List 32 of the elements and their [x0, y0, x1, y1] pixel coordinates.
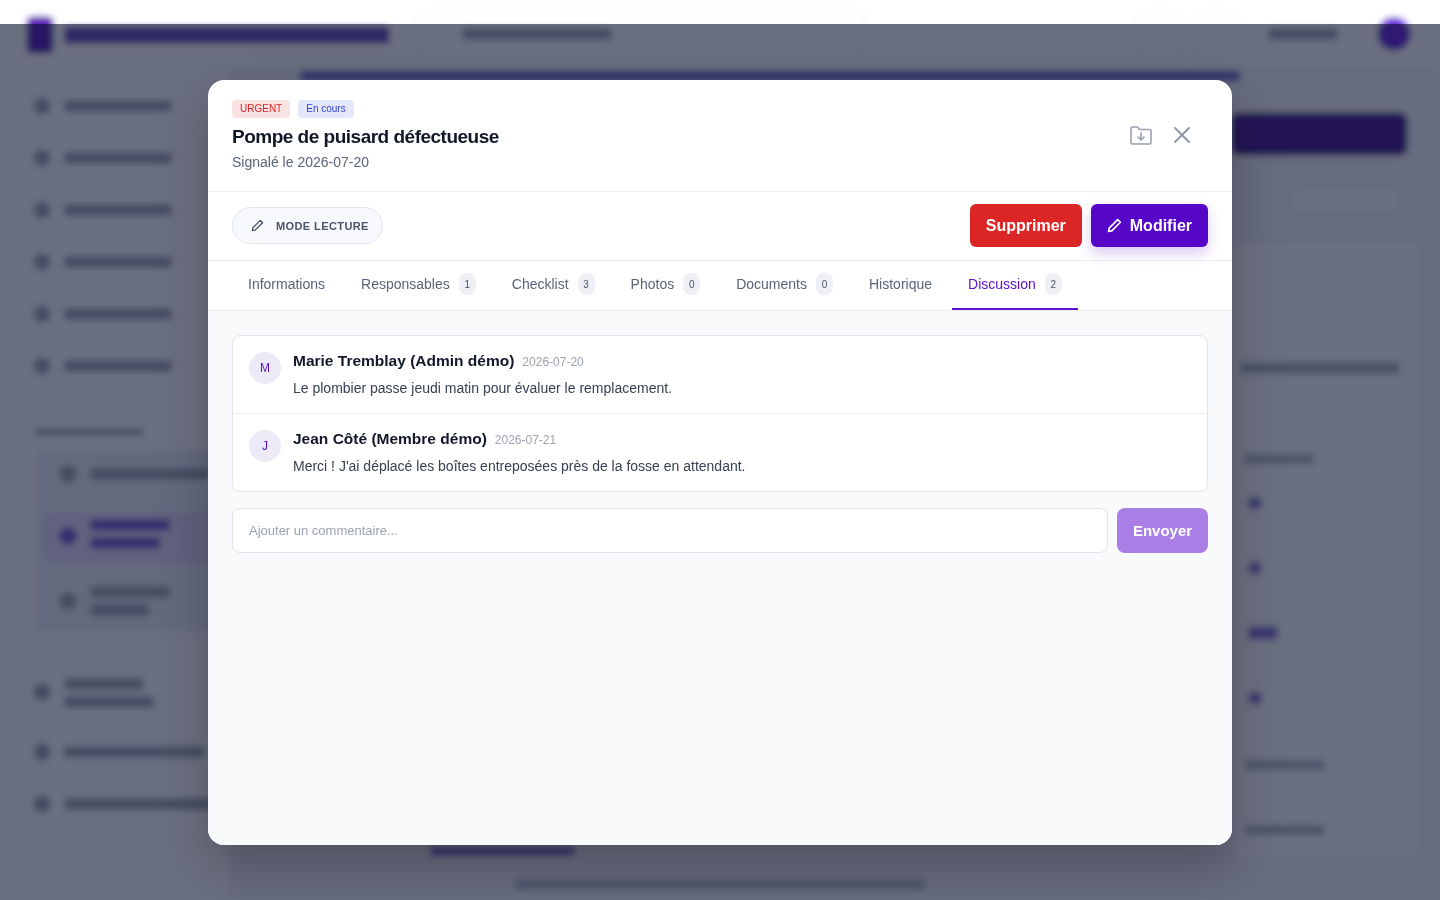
- close-icon: [1174, 127, 1190, 143]
- delete-button[interactable]: Supprimer: [969, 204, 1082, 247]
- pencil-icon: [251, 219, 264, 232]
- edit-button[interactable]: Modifier: [1090, 204, 1208, 247]
- avatar: M: [249, 351, 281, 384]
- comment-date: 2026-07-21: [494, 432, 557, 447]
- tab[interactable]: Photos 0: [614, 260, 717, 310]
- tab[interactable]: Responsables 1: [345, 260, 492, 310]
- avatar: J: [249, 429, 281, 462]
- tab[interactable]: Informations: [232, 260, 342, 310]
- comment-date: 2026-07-20: [522, 354, 584, 369]
- tab[interactable]: Documents 0: [720, 260, 849, 310]
- dialog-title: Pompe de puisard défectueuse: [232, 125, 499, 148]
- folder-download-icon: [1130, 125, 1152, 145]
- comment-text: Le plombier passe jeudi matin pour évaluer le remplacement.: [293, 378, 672, 397]
- tab[interactable]: Checklist 3: [495, 260, 611, 310]
- tab[interactable]: Historique: [853, 260, 948, 310]
- tab-count: 2: [1044, 273, 1062, 295]
- tab-count: 3: [577, 273, 595, 295]
- pencil-icon: [1106, 218, 1122, 233]
- reported-date: Signalé le 2026-07-20: [232, 152, 370, 171]
- tab[interactable]: Discussion 2: [952, 260, 1078, 310]
- tab-count: 1: [458, 273, 476, 295]
- comment-author: Jean Côté (Membre démo): [293, 429, 487, 448]
- status-badge: URGENT: [232, 99, 291, 118]
- comment-text: Merci ! J'ai déplacé les boîtes entreposées près de la fosse en attendant.: [293, 456, 746, 475]
- tab-count: 0: [683, 273, 701, 295]
- comment-author: Marie Tremblay (Admin démo): [293, 351, 515, 370]
- comment-input[interactable]: Ajouter un commentaire...: [232, 507, 1108, 553]
- status-badge: En cours: [298, 99, 354, 118]
- tab-count: 0: [816, 273, 833, 295]
- read-mode-toggle[interactable]: MODE LECTURE: [232, 207, 383, 244]
